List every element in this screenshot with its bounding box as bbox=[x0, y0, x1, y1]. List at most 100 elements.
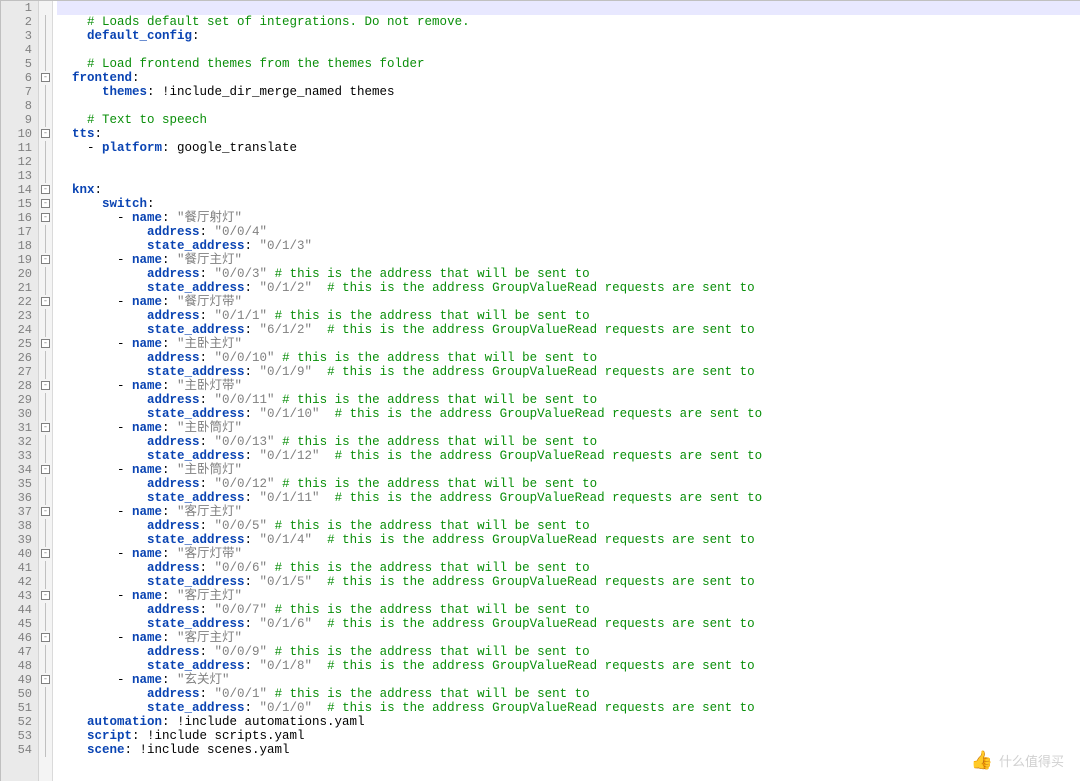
code-line[interactable]: state_address: "0/1/6" # this is the add… bbox=[57, 617, 1080, 631]
code-line[interactable]: state_address: "0/1/4" # this is the add… bbox=[57, 533, 1080, 547]
line-number: 24 bbox=[1, 323, 32, 337]
code-line[interactable] bbox=[57, 1, 1080, 15]
code-line[interactable]: address: "0/0/12" # this is the address … bbox=[57, 477, 1080, 491]
code-line[interactable]: - name: "主卧筒灯" bbox=[57, 421, 1080, 435]
fold-guide bbox=[39, 659, 52, 673]
code-line[interactable]: automation: !include automations.yaml bbox=[57, 715, 1080, 729]
line-number: 23 bbox=[1, 309, 32, 323]
code-line[interactable]: switch: bbox=[57, 197, 1080, 211]
token-plain bbox=[275, 393, 283, 407]
line-number: 18 bbox=[1, 239, 32, 253]
code-line[interactable]: address: "0/0/1" # this is the address t… bbox=[57, 687, 1080, 701]
code-line[interactable]: state_address: "0/1/5" # this is the add… bbox=[57, 575, 1080, 589]
token-plain bbox=[267, 561, 275, 575]
code-line[interactable]: address: "0/0/5" # this is the address t… bbox=[57, 519, 1080, 533]
code-editor[interactable]: 1234567891011121314151617181920212223242… bbox=[0, 0, 1080, 781]
fold-toggle[interactable]: - bbox=[39, 71, 52, 85]
code-line[interactable]: default_config: bbox=[57, 29, 1080, 43]
fold-toggle[interactable]: - bbox=[39, 631, 52, 645]
token-str: "0/0/7" bbox=[215, 603, 268, 617]
code-line[interactable]: address: "0/0/4" bbox=[57, 225, 1080, 239]
code-line[interactable] bbox=[57, 43, 1080, 57]
code-line[interactable]: # Loads default set of integrations. Do … bbox=[57, 15, 1080, 29]
code-line[interactable]: - name: "客厅主灯" bbox=[57, 631, 1080, 645]
token-com: # this is the address that will be sent … bbox=[275, 267, 590, 281]
fold-column[interactable]: ---------------- bbox=[39, 1, 53, 781]
code-line[interactable]: frontend: bbox=[57, 71, 1080, 85]
code-line[interactable]: - name: "客厅灯带" bbox=[57, 547, 1080, 561]
code-line[interactable]: knx: bbox=[57, 183, 1080, 197]
code-line[interactable]: - name: "主卧主灯" bbox=[57, 337, 1080, 351]
code-line[interactable]: - name: "餐厅灯带" bbox=[57, 295, 1080, 309]
fold-toggle[interactable]: - bbox=[39, 589, 52, 603]
code-line[interactable]: address: "0/0/11" # this is the address … bbox=[57, 393, 1080, 407]
token-kw: default_config bbox=[57, 29, 192, 43]
fold-guide bbox=[39, 169, 52, 183]
fold-toggle[interactable]: - bbox=[39, 197, 52, 211]
code-line[interactable]: # Text to speech bbox=[57, 113, 1080, 127]
token-com: # this is the address that will be sent … bbox=[275, 687, 590, 701]
token-kw: platform bbox=[102, 141, 162, 155]
token-plain: : bbox=[162, 421, 177, 435]
token-plain: : bbox=[162, 547, 177, 561]
code-line[interactable]: state_address: "0/1/10" # this is the ad… bbox=[57, 407, 1080, 421]
fold-toggle[interactable]: - bbox=[39, 421, 52, 435]
fold-toggle[interactable]: - bbox=[39, 379, 52, 393]
fold-toggle[interactable]: - bbox=[39, 211, 52, 225]
code-line[interactable]: - name: "客厅主灯" bbox=[57, 589, 1080, 603]
token-kw: name bbox=[132, 337, 162, 351]
code-line[interactable]: state_address: "0/1/0" # this is the add… bbox=[57, 701, 1080, 715]
code-line[interactable]: address: "0/0/9" # this is the address t… bbox=[57, 645, 1080, 659]
code-line[interactable]: - name: "主卧灯带" bbox=[57, 379, 1080, 393]
fold-toggle[interactable]: - bbox=[39, 463, 52, 477]
code-line[interactable]: - platform: google_translate bbox=[57, 141, 1080, 155]
code-line[interactable]: state_address: "6/1/2" # this is the add… bbox=[57, 323, 1080, 337]
code-line[interactable]: address: "0/0/13" # this is the address … bbox=[57, 435, 1080, 449]
token-plain bbox=[267, 267, 275, 281]
code-line[interactable]: scene: !include scenes.yaml bbox=[57, 743, 1080, 757]
token-kw: name bbox=[132, 463, 162, 477]
code-line[interactable]: themes: !include_dir_merge_named themes bbox=[57, 85, 1080, 99]
code-line[interactable]: - name: "客厅主灯" bbox=[57, 505, 1080, 519]
fold-toggle[interactable]: - bbox=[39, 127, 52, 141]
token-kw: state_address bbox=[57, 575, 245, 589]
code-line[interactable]: state_address: "0/1/3" bbox=[57, 239, 1080, 253]
code-line[interactable] bbox=[57, 99, 1080, 113]
code-line[interactable] bbox=[57, 169, 1080, 183]
fold-toggle[interactable]: - bbox=[39, 505, 52, 519]
code-line[interactable]: - name: "主卧筒灯" bbox=[57, 463, 1080, 477]
code-line[interactable]: script: !include scripts.yaml bbox=[57, 729, 1080, 743]
code-line[interactable]: state_address: "0/1/9" # this is the add… bbox=[57, 365, 1080, 379]
code-line[interactable]: state_address: "0/1/11" # this is the ad… bbox=[57, 491, 1080, 505]
code-line[interactable]: state_address: "0/1/12" # this is the ad… bbox=[57, 449, 1080, 463]
line-number: 4 bbox=[1, 43, 32, 57]
fold-toggle[interactable]: - bbox=[39, 253, 52, 267]
token-plain bbox=[275, 351, 283, 365]
code-line[interactable]: address: "0/0/10" # this is the address … bbox=[57, 351, 1080, 365]
code-line[interactable]: address: "0/0/6" # this is the address t… bbox=[57, 561, 1080, 575]
token-plain: - bbox=[57, 505, 132, 519]
token-str: "餐厅射灯" bbox=[177, 211, 242, 225]
code-line[interactable]: tts: bbox=[57, 127, 1080, 141]
code-line[interactable]: # Load frontend themes from the themes f… bbox=[57, 57, 1080, 71]
token-com: # this is the address GroupValueRead req… bbox=[327, 617, 755, 631]
code-line[interactable]: address: "0/0/3" # this is the address t… bbox=[57, 267, 1080, 281]
code-line[interactable]: address: "0/0/7" # this is the address t… bbox=[57, 603, 1080, 617]
code-line[interactable]: - name: "餐厅射灯" bbox=[57, 211, 1080, 225]
fold-toggle[interactable]: - bbox=[39, 295, 52, 309]
fold-toggle[interactable]: - bbox=[39, 183, 52, 197]
code-line[interactable]: state_address: "0/1/2" # this is the add… bbox=[57, 281, 1080, 295]
fold-toggle[interactable]: - bbox=[39, 337, 52, 351]
fold-toggle[interactable]: - bbox=[39, 673, 52, 687]
code-line[interactable]: - name: "餐厅主灯" bbox=[57, 253, 1080, 267]
code-line[interactable] bbox=[57, 155, 1080, 169]
token-plain: : !include_dir_merge_named themes bbox=[147, 85, 395, 99]
token-plain bbox=[312, 617, 327, 631]
code-area[interactable]: # Loads default set of integrations. Do … bbox=[53, 1, 1080, 781]
line-number: 25 bbox=[1, 337, 32, 351]
fold-toggle[interactable]: - bbox=[39, 547, 52, 561]
code-line[interactable]: - name: "玄关灯" bbox=[57, 673, 1080, 687]
code-line[interactable]: state_address: "0/1/8" # this is the add… bbox=[57, 659, 1080, 673]
token-kw: tts bbox=[57, 127, 95, 141]
code-line[interactable]: address: "0/1/1" # this is the address t… bbox=[57, 309, 1080, 323]
